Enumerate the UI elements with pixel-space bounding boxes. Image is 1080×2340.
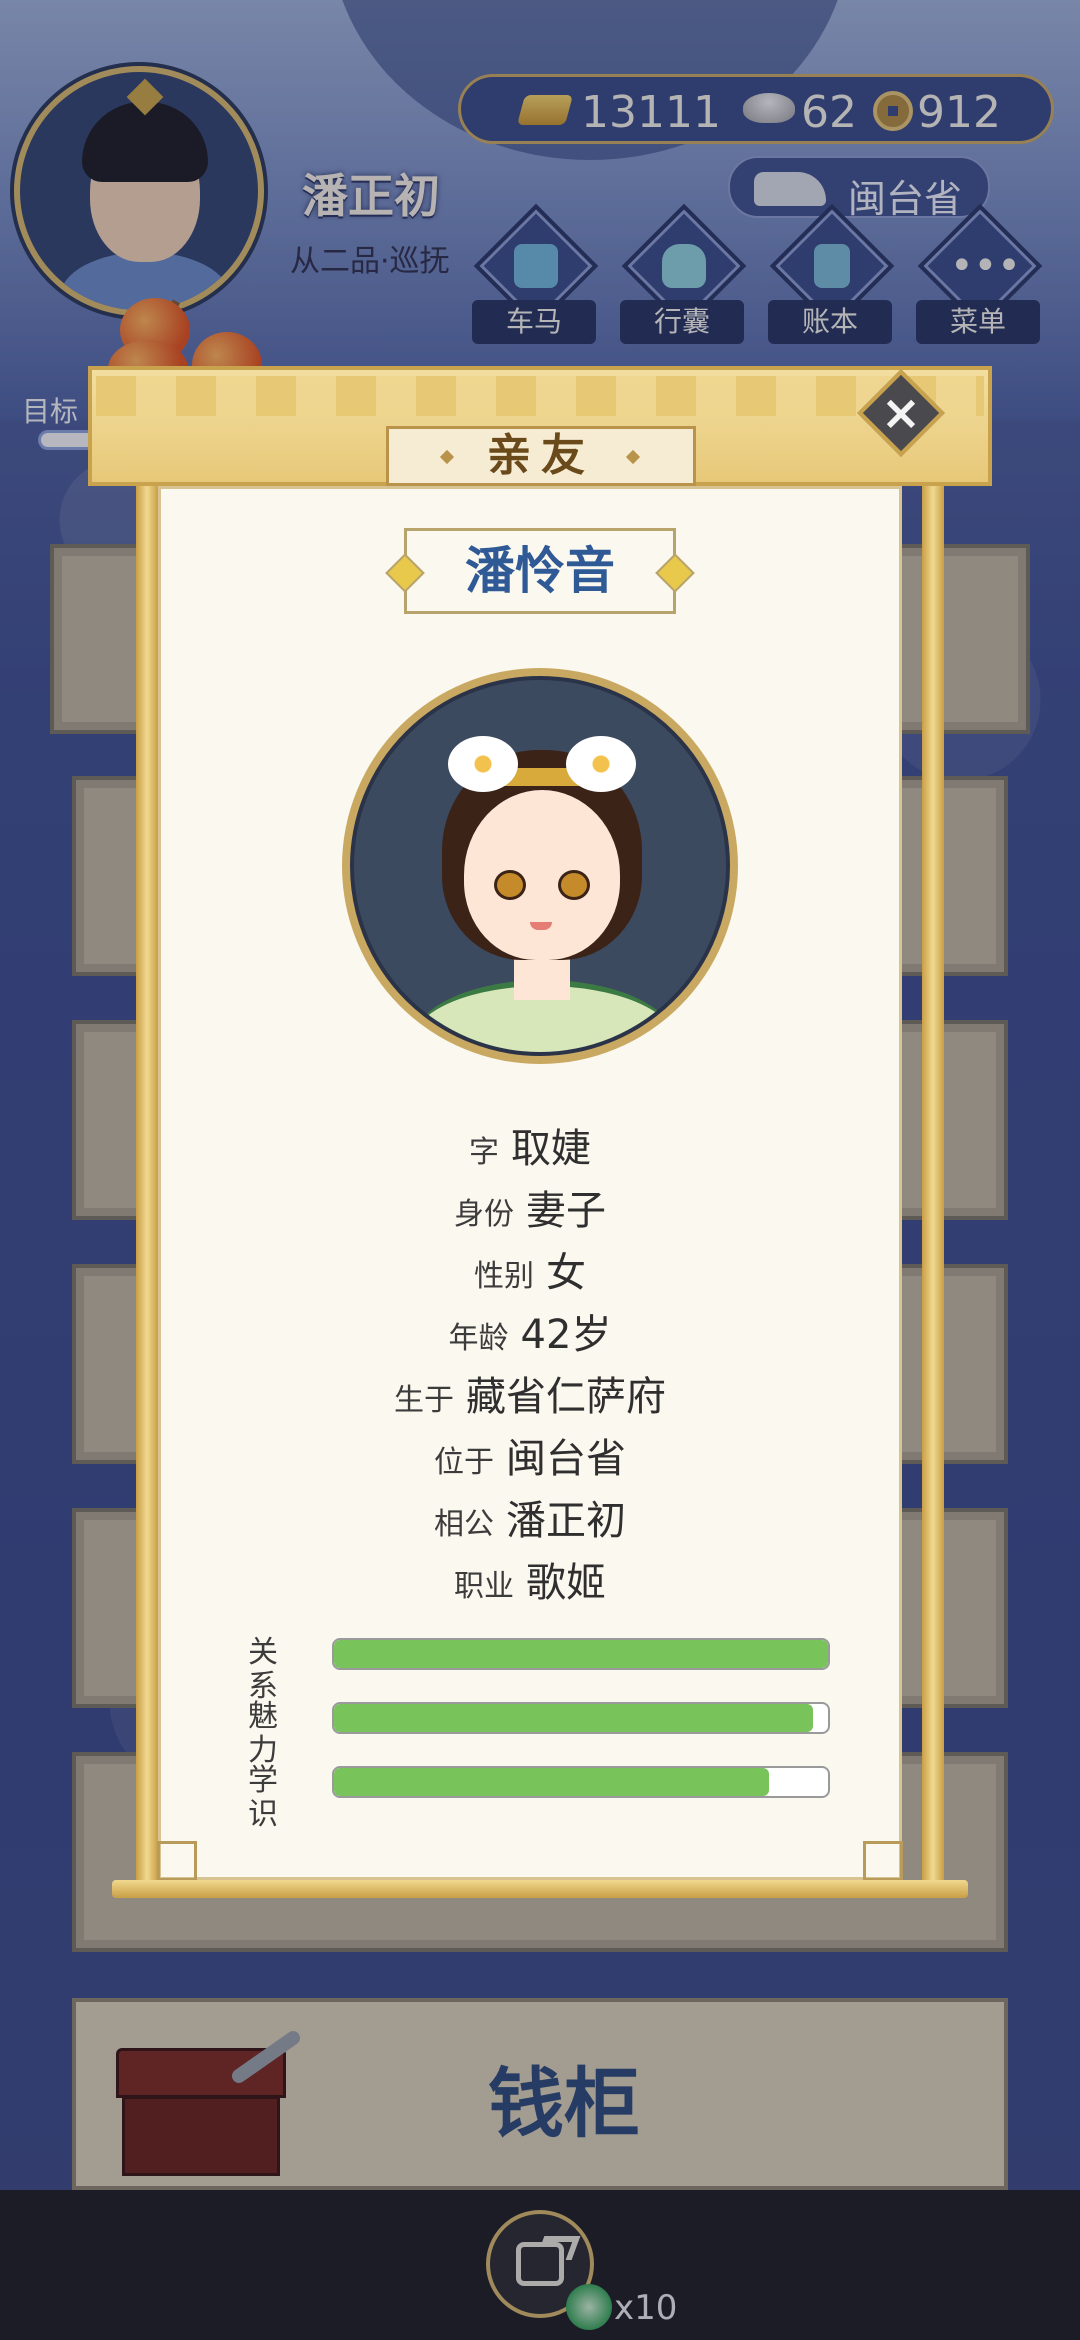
info-label: 性别	[474, 1259, 534, 1294]
info-row-birthplace: 生于 藏省仁萨府	[158, 1366, 902, 1428]
stat-track	[332, 1702, 830, 1734]
info-value: 藏省仁萨府	[466, 1374, 666, 1420]
stat-label: 魅力	[248, 1699, 278, 1768]
close-icon[interactable]: ×	[870, 382, 932, 444]
stat-fill	[334, 1640, 828, 1668]
info-value: 取婕	[511, 1126, 591, 1172]
scroll-rod-left	[136, 480, 158, 1890]
info-row-age: 年龄 42岁	[158, 1304, 902, 1366]
stat-label: 学识	[248, 1763, 278, 1832]
info-label: 年龄	[448, 1321, 509, 1356]
info-row-identity: 身份 妻子	[158, 1180, 902, 1242]
info-value: 42岁	[520, 1312, 612, 1358]
flower-ornament-icon	[448, 736, 518, 792]
portrait-face	[464, 790, 620, 960]
portrait-eye	[494, 870, 526, 900]
info-value: 妻子	[526, 1188, 606, 1234]
info-row-gender: 性别女	[158, 1242, 902, 1304]
character-portrait	[342, 668, 738, 1064]
info-row-location: 位于 闽台省	[158, 1428, 902, 1490]
info-label: 生于	[394, 1383, 454, 1418]
modal-title: 亲友	[487, 430, 595, 481]
portrait-eye	[558, 870, 590, 900]
scroll-header-pattern	[96, 376, 984, 416]
stat-fill	[334, 1704, 814, 1732]
info-label: 身份	[454, 1197, 514, 1232]
character-name: 潘怜音	[465, 542, 615, 600]
flower-ornament-icon	[566, 736, 636, 792]
corner-ornament	[863, 1841, 903, 1881]
info-value: 女	[546, 1250, 586, 1296]
scroll-rod-right	[922, 480, 944, 1890]
info-label: 相公	[434, 1507, 494, 1542]
info-label: 位于	[434, 1445, 494, 1480]
info-label: 字	[469, 1135, 499, 1170]
stat-fill	[334, 1768, 769, 1796]
info-row-courtesy-name: 字取婕	[158, 1118, 902, 1180]
stat-label: 关系	[248, 1635, 278, 1704]
stat-track	[332, 1638, 830, 1670]
info-value: 歌姬	[526, 1560, 606, 1606]
info-row-husband: 相公 潘正初	[158, 1490, 902, 1552]
portrait-frame	[350, 676, 730, 1056]
stat-track	[332, 1766, 830, 1798]
character-info: 字取婕 身份 妻子 性别女 年龄 42岁 生于 藏省仁萨府 位于 闽台省 相公 潘正初 职…	[158, 1118, 902, 1614]
info-label: 职业	[454, 1569, 514, 1604]
info-value: 闽台省	[506, 1436, 626, 1482]
scroll-bottom-rod	[112, 1880, 968, 1898]
info-value: 潘正初	[506, 1498, 626, 1544]
corner-ornament	[157, 1841, 197, 1881]
info-row-occupation: 职业 歌姬	[158, 1552, 902, 1614]
